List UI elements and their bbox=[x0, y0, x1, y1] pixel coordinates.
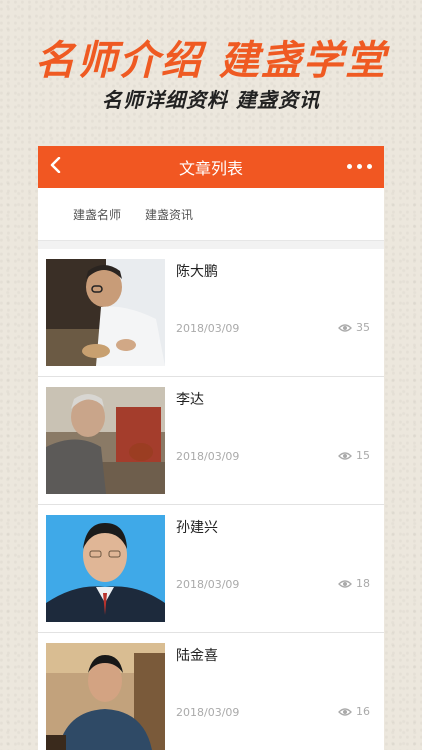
eye-icon bbox=[338, 323, 352, 332]
more-dots-icon bbox=[367, 164, 372, 169]
app-screen: 文章列表 建盏名师 建盏资讯 陈大鹏 2018/03/09 35 李达 2018… bbox=[38, 146, 384, 750]
eye-icon bbox=[338, 707, 352, 716]
article-thumbnail bbox=[46, 387, 165, 494]
tab-bar: 建盏名师 建盏资讯 bbox=[38, 188, 384, 241]
view-count-value: 15 bbox=[356, 449, 370, 462]
view-count-value: 18 bbox=[356, 577, 370, 590]
promo-subtitle: 名师详细资料 建盏资讯 bbox=[102, 88, 320, 112]
more-dots-icon bbox=[357, 164, 362, 169]
eye-icon bbox=[338, 579, 352, 588]
tab-news[interactable]: 建盏资讯 bbox=[145, 206, 193, 223]
back-button[interactable] bbox=[50, 157, 62, 173]
promo-title: 名师介绍 建盏学堂 bbox=[35, 38, 387, 84]
more-dots-icon bbox=[347, 164, 352, 169]
page-title: 文章列表 bbox=[178, 159, 243, 178]
article-list: 陈大鹏 2018/03/09 35 李达 2018/03/09 15 孙建兴 2… bbox=[38, 249, 384, 750]
tab-masters[interactable]: 建盏名师 bbox=[73, 206, 121, 223]
article-date: 2018/03/09 bbox=[176, 578, 240, 591]
list-item[interactable]: 李达 2018/03/09 15 bbox=[38, 377, 384, 505]
navbar: 文章列表 bbox=[38, 146, 384, 188]
article-thumbnail bbox=[46, 515, 165, 622]
view-count: 15 bbox=[338, 449, 370, 462]
article-date: 2018/03/09 bbox=[176, 450, 240, 463]
article-thumbnail bbox=[46, 643, 165, 750]
view-count: 18 bbox=[338, 577, 370, 590]
article-date: 2018/03/09 bbox=[176, 706, 240, 719]
article-thumbnail bbox=[46, 259, 165, 366]
article-title: 陆金喜 bbox=[176, 648, 218, 664]
eye-icon bbox=[338, 451, 352, 460]
article-title: 陈大鹏 bbox=[176, 264, 218, 280]
list-item[interactable]: 陆金喜 2018/03/09 16 bbox=[38, 633, 384, 750]
view-count: 35 bbox=[338, 321, 370, 334]
article-title: 孙建兴 bbox=[176, 520, 218, 536]
view-count-value: 16 bbox=[356, 705, 370, 718]
view-count: 16 bbox=[338, 705, 370, 718]
article-date: 2018/03/09 bbox=[176, 322, 240, 335]
view-count-value: 35 bbox=[356, 321, 370, 334]
article-title: 李达 bbox=[176, 392, 204, 408]
chevron-left-icon bbox=[50, 157, 61, 173]
list-item[interactable]: 孙建兴 2018/03/09 18 bbox=[38, 505, 384, 633]
more-button[interactable] bbox=[347, 164, 372, 169]
list-item[interactable]: 陈大鹏 2018/03/09 35 bbox=[38, 249, 384, 377]
